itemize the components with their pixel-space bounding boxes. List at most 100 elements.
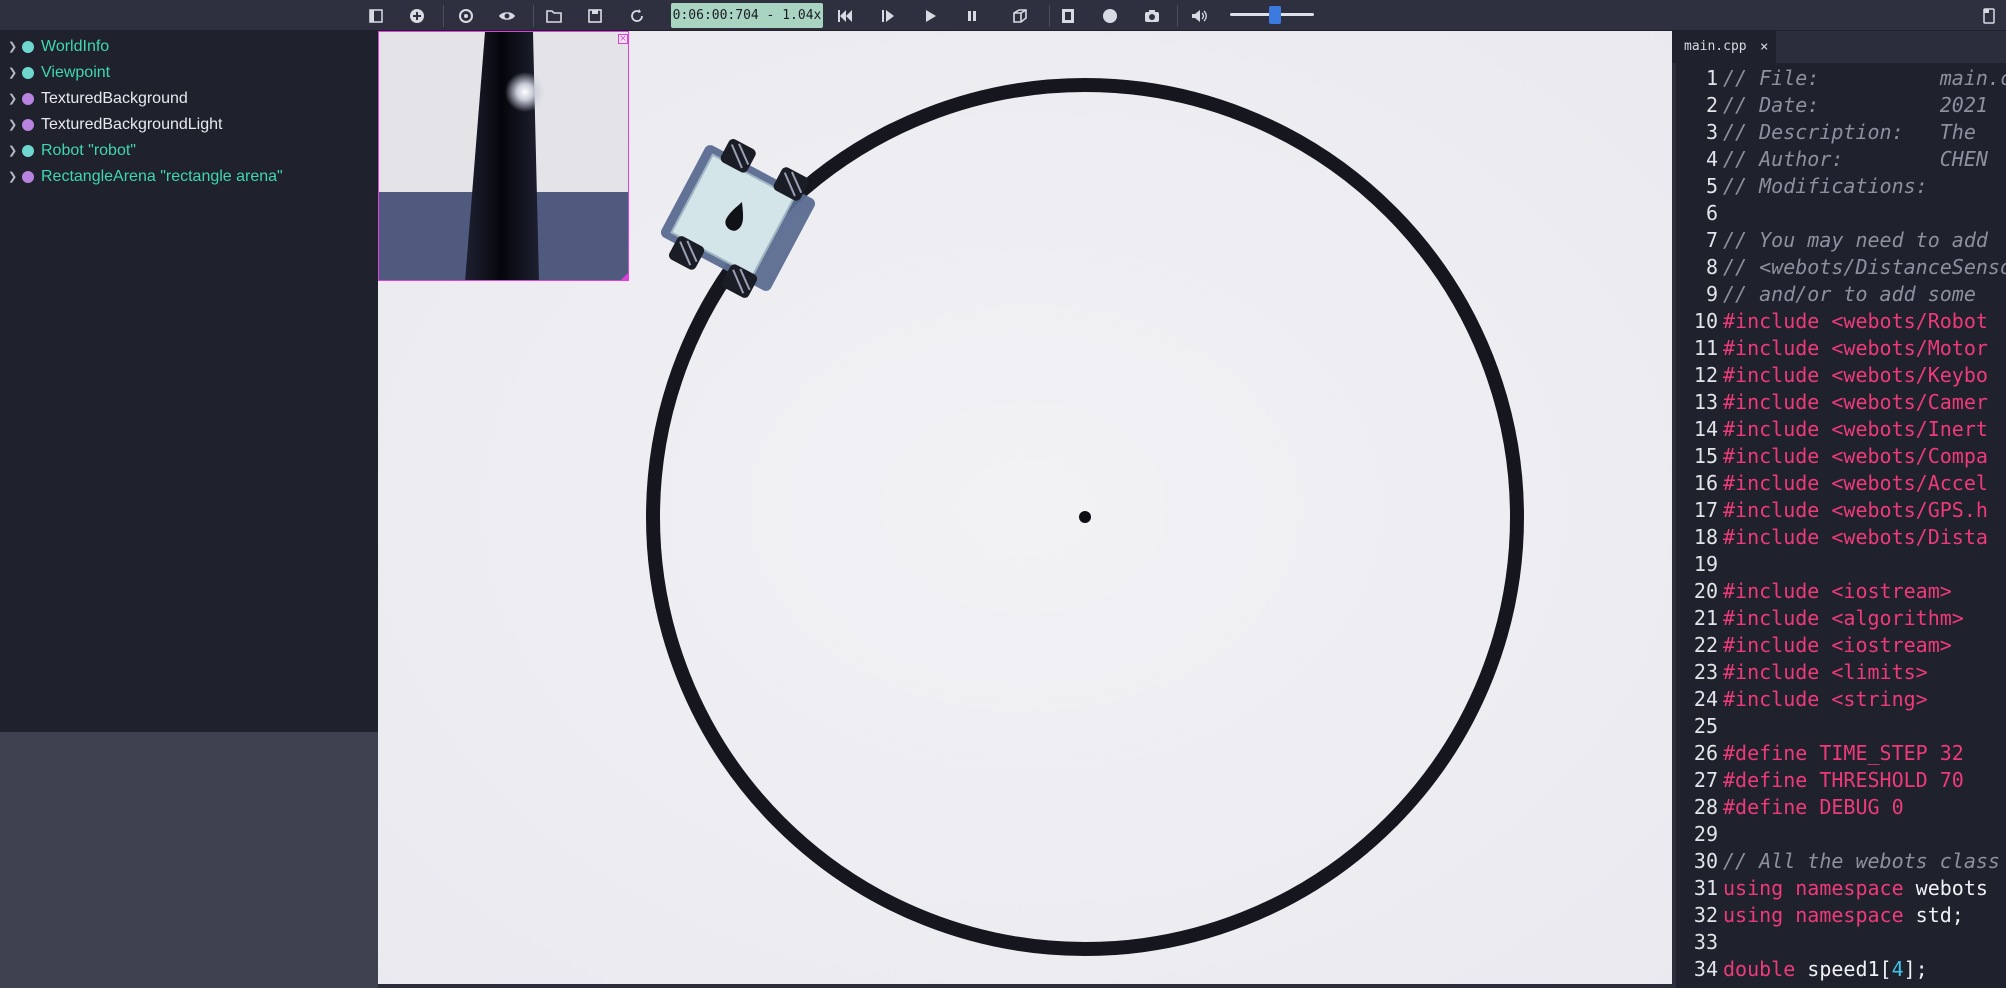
code-token: #include <webots/Dista [1723, 525, 1988, 549]
play-icon [926, 10, 936, 22]
skip-back-icon [838, 10, 852, 22]
tree-node[interactable]: ❯ Viewpoint [0, 61, 378, 85]
simulation-time-display: 0:06:00:704 - 1.04x [671, 3, 823, 28]
code-text: #include <iostream> [1723, 578, 1952, 605]
line-number: 26 [1693, 741, 1718, 765]
tree-node[interactable]: ❯ TexturedBackground [0, 87, 378, 111]
tab-label: main.cpp [1684, 39, 1747, 54]
line-number: 21 [1693, 606, 1718, 630]
expand-arrow-icon[interactable]: ❯ [8, 61, 17, 85]
code-line: 6 [1672, 200, 2006, 227]
new-window-button[interactable] [1978, 5, 2000, 27]
code-token: // You may need to add [1723, 228, 1988, 252]
run-button[interactable] [919, 5, 941, 27]
code-token: double [1723, 957, 1808, 981]
expand-arrow-icon[interactable]: ❯ [8, 87, 17, 111]
code-token: // Date: 2021 [1723, 93, 1988, 117]
line-number: 3 [1705, 120, 1718, 144]
save-icon [588, 9, 602, 23]
reset-view-button[interactable] [455, 5, 477, 27]
tab-main-cpp[interactable]: main.cpp × [1672, 31, 1776, 63]
toggle-scene-tree-button[interactable] [365, 5, 387, 27]
reset-simulation-button[interactable] [834, 5, 856, 27]
screenshot-button[interactable] [1141, 5, 1163, 27]
save-world-button[interactable] [584, 5, 606, 27]
line-number: 32 [1693, 903, 1718, 927]
volume-slider-handle[interactable] [1268, 6, 1281, 24]
node-type-icon [22, 145, 34, 157]
line-number: 34 [1693, 957, 1718, 981]
code-text: #include <webots/Compa [1723, 443, 1988, 470]
add-node-button[interactable] [406, 5, 428, 27]
code-line: 29 [1672, 821, 2006, 848]
line-number: 31 [1693, 876, 1718, 900]
code-token: // <webots/DistanceSensor [1723, 255, 2006, 279]
camera-overlay[interactable]: × [378, 31, 629, 281]
scene-tree-panel: ❯ WorldInfo ❯ Viewpoint ❯ TexturedBackground ❯… [0, 31, 378, 732]
tree-node-label: Viewpoint [41, 64, 111, 81]
record-movie-button[interactable] [1057, 5, 1079, 27]
line-number: 13 [1693, 390, 1718, 414]
code-text: // Description: The [1723, 119, 1976, 146]
code-text: #include <webots/Inert [1723, 416, 1988, 443]
fast-button[interactable] [1009, 5, 1031, 27]
code-line: 12 #include <webots/Keybo [1672, 362, 2006, 389]
3d-viewport[interactable]: × [378, 31, 1672, 986]
code-line: 32 using namespace std; [1672, 902, 2006, 929]
code-line: 31 using namespace webots [1672, 875, 2006, 902]
code-token: #include <webots/Robot [1723, 309, 1988, 333]
line-number: 22 [1693, 633, 1718, 657]
code-token: #include <iostream> [1723, 633, 1952, 657]
line-number: 2 [1705, 93, 1718, 117]
node-type-icon [22, 67, 34, 79]
code-text: // You may need to add [1723, 227, 1988, 254]
tree-node[interactable]: ❯ TexturedBackgroundLight [0, 113, 378, 137]
text-editor-panel: main.cpp × 1// File: main.cpp 2// Date: 2… [1672, 31, 2006, 988]
node-type-icon [22, 119, 34, 131]
line-number: 23 [1693, 660, 1718, 684]
code-text: #include <iostream> [1723, 632, 1952, 659]
code-token: // Author: CHEN [1723, 147, 1988, 171]
camera-close-button[interactable]: × [618, 34, 628, 44]
film-icon [1062, 9, 1074, 23]
code-text: // All the webots class [1723, 848, 2000, 875]
speaker-icon [1192, 10, 1207, 22]
line-number: 4 [1705, 147, 1718, 171]
step-button[interactable] [877, 5, 899, 27]
code-token: #include <webots/Motor [1723, 336, 1988, 360]
tree-node[interactable]: ❯ WorldInfo [0, 35, 378, 59]
line-number: 12 [1693, 363, 1718, 387]
code-text: #include <webots/Camer [1723, 389, 1988, 416]
line-number: 15 [1693, 444, 1718, 468]
tree-node[interactable]: ❯ Robot "robot" [0, 139, 378, 163]
code-token: webots [1915, 876, 1988, 900]
code-line: 10 #include <webots/Robot [1672, 308, 2006, 335]
camera-glare [505, 72, 545, 112]
code-text: using namespace std; [1723, 902, 1964, 929]
reload-world-button[interactable] [626, 5, 648, 27]
tree-node[interactable]: ❯ RectangleArena "rectangle arena" [0, 165, 378, 189]
code-text: #include <string> [1723, 686, 1928, 713]
pause-button[interactable] [961, 5, 983, 27]
expand-arrow-icon[interactable]: ❯ [8, 165, 17, 189]
expand-arrow-icon[interactable]: ❯ [8, 139, 17, 163]
line-number: 27 [1693, 768, 1718, 792]
tab-close-icon[interactable]: × [1760, 31, 1768, 63]
line-number: 18 [1693, 525, 1718, 549]
code-line: 17 #include <webots/GPS.h [1672, 497, 2006, 524]
code-text: double speed1[4]; [1723, 956, 1928, 983]
expand-arrow-icon[interactable]: ❯ [8, 35, 17, 59]
line-number: 7 [1705, 228, 1718, 252]
expand-arrow-icon[interactable]: ❯ [8, 113, 17, 137]
code-line: 33 [1672, 929, 2006, 956]
code-token: // Description: The [1723, 120, 1976, 144]
record-animation-button[interactable] [1099, 5, 1121, 27]
code-line: 16 #include <webots/Accel [1672, 470, 2006, 497]
code-line: 9// and/or to add some [1672, 281, 2006, 308]
view-options-button[interactable] [496, 5, 518, 27]
step-icon [882, 10, 894, 22]
open-world-button[interactable] [543, 5, 565, 27]
line-number: 11 [1693, 336, 1718, 360]
code-line: 2// Date: 2021 [1672, 92, 2006, 119]
sound-button[interactable] [1188, 5, 1210, 27]
